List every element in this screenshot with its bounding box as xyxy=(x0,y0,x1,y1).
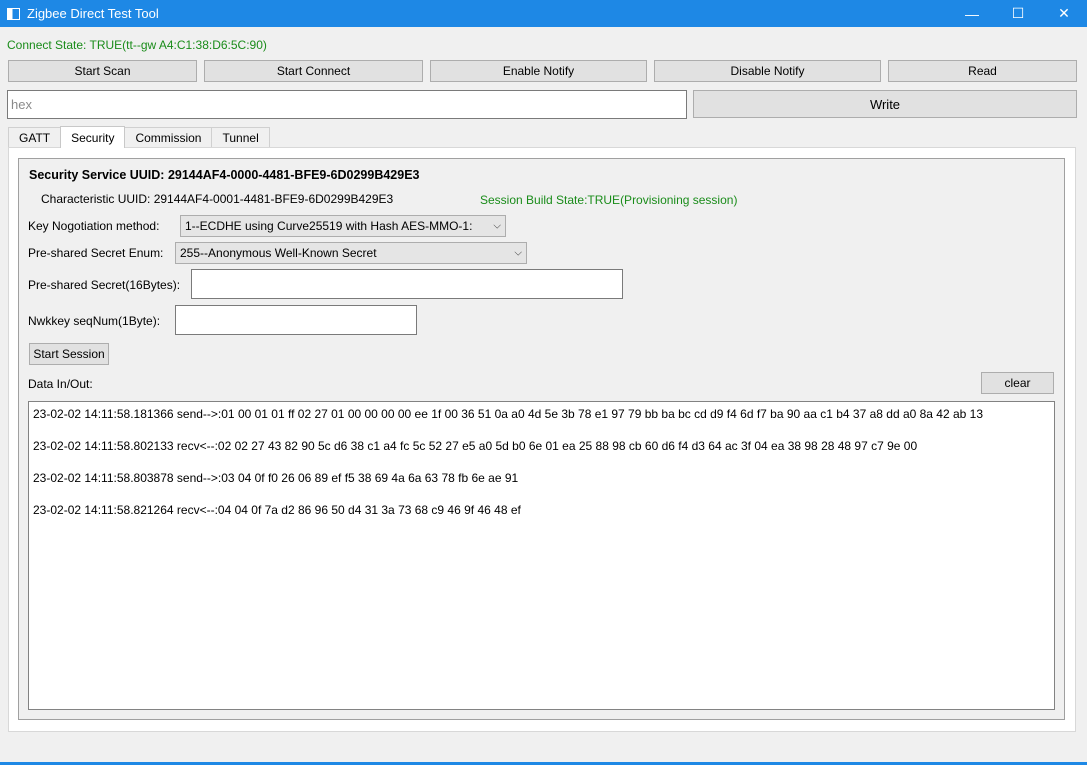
nwk-seq-label: Nwkkey seqNum(1Byte): xyxy=(28,314,161,328)
psk-enum-select[interactable]: 255--Anonymous Well-Known Secret ⌵ xyxy=(175,242,527,264)
disable-notify-button[interactable]: Disable Notify xyxy=(654,60,881,82)
window-title: Zigbee Direct Test Tool xyxy=(27,6,159,21)
start-session-button[interactable]: Start Session xyxy=(29,343,109,365)
title-bar: Zigbee Direct Test Tool — ☐ ✕ xyxy=(0,0,1087,27)
minimize-icon[interactable]: — xyxy=(949,0,995,27)
nwk-seq-input[interactable] xyxy=(175,305,417,335)
maximize-icon[interactable]: ☐ xyxy=(995,0,1041,27)
psk-enum-value: 255--Anonymous Well-Known Secret xyxy=(180,246,377,260)
psk-label: Pre-shared Secret(16Bytes): xyxy=(28,278,181,292)
log-line: 23-02-02 14:11:58.803878 send-->:03 04 0… xyxy=(33,471,519,485)
service-uuid: Security Service UUID: 29144AF4-0000-448… xyxy=(29,168,420,182)
psk-enum-label: Pre-shared Secret Enum: xyxy=(28,246,164,260)
start-connect-button[interactable]: Start Connect xyxy=(204,60,423,82)
close-icon[interactable]: ✕ xyxy=(1041,0,1087,27)
session-build-state: Session Build State:TRUE(Provisioning se… xyxy=(480,193,738,207)
tab-commission[interactable]: Commission xyxy=(124,127,213,148)
data-log[interactable]: 23-02-02 14:11:58.181366 send-->:01 00 0… xyxy=(28,401,1055,710)
log-line: 23-02-02 14:11:58.181366 send-->:01 00 0… xyxy=(33,407,984,421)
key-method-select[interactable]: 1--ECDHE using Curve25519 with Hash AES-… xyxy=(180,215,506,237)
tab-gatt[interactable]: GATT xyxy=(8,127,62,148)
data-in-out-label: Data In/Out: xyxy=(28,377,93,391)
log-line: 23-02-02 14:11:58.802133 recv<--:02 02 2… xyxy=(33,439,918,453)
window-controls: — ☐ ✕ xyxy=(949,0,1087,27)
key-method-label: Key Nogotiation method: xyxy=(28,219,160,233)
tab-bar: GATT Security Commission Tunnel xyxy=(8,126,270,148)
tab-tunnel[interactable]: Tunnel xyxy=(211,127,270,148)
hex-input[interactable] xyxy=(7,90,687,119)
characteristic-uuid: Characteristic UUID: 29144AF4-0001-4481-… xyxy=(41,192,394,206)
key-method-value: 1--ECDHE using Curve25519 with Hash AES-… xyxy=(185,219,473,233)
log-line: 23-02-02 14:11:58.821264 recv<--:04 04 0… xyxy=(33,503,521,517)
start-scan-button[interactable]: Start Scan xyxy=(8,60,197,82)
clear-button[interactable]: clear xyxy=(981,372,1054,394)
write-button[interactable]: Write xyxy=(693,90,1077,118)
tab-security[interactable]: Security xyxy=(60,126,126,148)
enable-notify-button[interactable]: Enable Notify xyxy=(430,60,647,82)
chevron-down-icon: ⌵ xyxy=(493,220,501,232)
chevron-down-icon: ⌵ xyxy=(514,247,522,259)
app-icon xyxy=(7,7,20,20)
psk-input[interactable] xyxy=(191,269,623,299)
connect-state: Connect State: TRUE(tt--gw A4:C1:38:D6:5… xyxy=(7,38,267,52)
read-button[interactable]: Read xyxy=(888,60,1077,82)
